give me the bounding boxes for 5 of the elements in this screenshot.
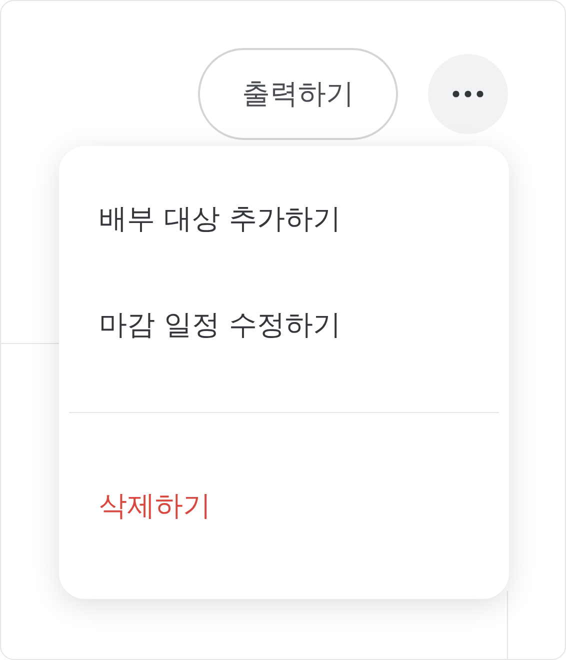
menu-item[interactable]: 마감 일정 수정하기 <box>69 272 499 378</box>
menu-item[interactable]: 배부 대상 추가하기 <box>69 166 499 272</box>
more-icon <box>452 90 484 98</box>
print-button[interactable]: 출력하기 <box>198 48 398 140</box>
delete-menu-item[interactable]: 삭제하기 <box>69 453 499 559</box>
